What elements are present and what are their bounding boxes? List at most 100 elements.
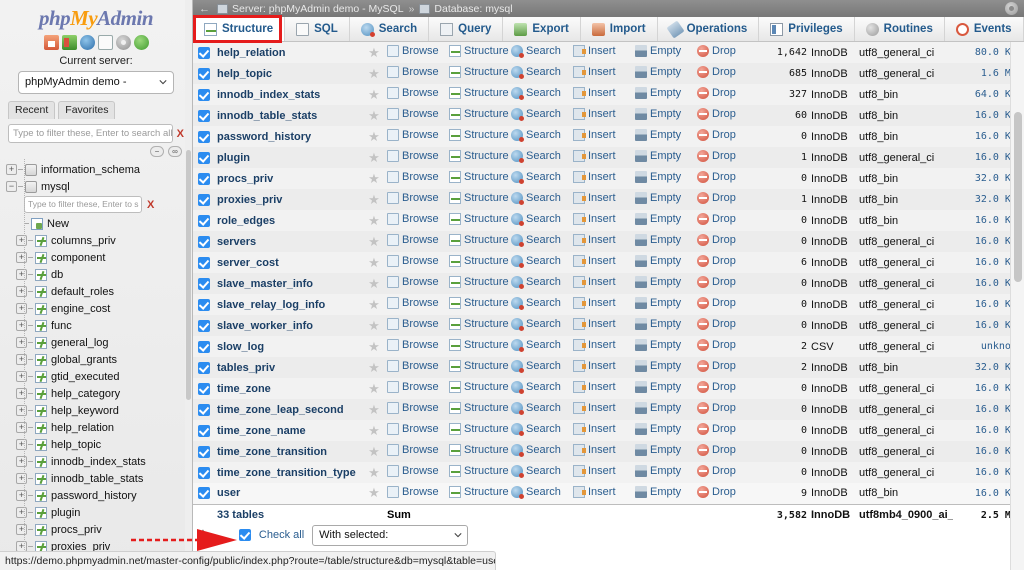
cell-structure[interactable]: Structure (447, 210, 509, 231)
cell-insert[interactable]: Insert (571, 378, 633, 399)
cell-drop[interactable]: Drop (695, 357, 757, 378)
cell-favorite[interactable]: ★ (363, 231, 385, 252)
structure-link[interactable]: Structure (449, 402, 509, 414)
cell-search[interactable]: Search (509, 126, 571, 147)
cell-browse[interactable]: Browse (385, 399, 447, 420)
row-checkbox[interactable] (198, 487, 210, 499)
cell-empty[interactable]: Empty (633, 252, 695, 273)
empty-link[interactable]: Empty (635, 486, 681, 498)
empty-link[interactable]: Empty (635, 465, 681, 477)
cell-insert[interactable]: Insert (571, 126, 633, 147)
gear-icon[interactable] (116, 35, 131, 50)
structure-link[interactable]: Structure (449, 192, 509, 204)
server-select[interactable]: phpMyAdmin demo - (18, 71, 174, 94)
empty-link[interactable]: Empty (635, 255, 681, 267)
cell-search[interactable]: Search (509, 420, 571, 441)
drop-link[interactable]: Drop (697, 213, 736, 225)
cell-checkbox[interactable] (193, 357, 215, 378)
tree-table-plugin[interactable]: +plugin (0, 504, 192, 521)
cell-drop[interactable]: Drop (695, 336, 757, 357)
search-link[interactable]: Search (511, 381, 561, 393)
structure-link[interactable]: Structure (449, 465, 509, 477)
expand-icon[interactable]: + (16, 473, 27, 484)
cell-checkbox[interactable] (193, 252, 215, 273)
cell-favorite[interactable]: ★ (363, 441, 385, 462)
tree-table-gtid_executed[interactable]: +gtid_executed (0, 368, 192, 385)
expand-icon[interactable]: + (16, 252, 27, 263)
browse-link[interactable]: Browse (387, 381, 439, 393)
empty-link[interactable]: Empty (635, 66, 681, 78)
cell-favorite[interactable]: ★ (363, 294, 385, 315)
cell-table-name[interactable]: user (215, 483, 363, 504)
drop-link[interactable]: Drop (697, 402, 736, 414)
cell-insert[interactable]: Insert (571, 105, 633, 126)
db-filter-input[interactable]: Type to filter these, Enter to search al… (8, 124, 173, 143)
cell-empty[interactable]: Empty (633, 105, 695, 126)
table-row[interactable]: slave_worker_info★BrowseStructureSearchI… (193, 315, 1010, 336)
drop-link[interactable]: Drop (697, 360, 736, 372)
browse-link[interactable]: Browse (387, 339, 439, 351)
star-icon[interactable]: ★ (368, 339, 380, 354)
tab-privileges[interactable]: Privileges (759, 17, 854, 41)
cell-structure[interactable]: Structure (447, 42, 509, 63)
table-name-link[interactable]: help_topic (217, 68, 272, 80)
breadcrumb-server[interactable]: Server: phpMyAdmin demo - MySQL (232, 3, 404, 15)
cell-empty[interactable]: Empty (633, 273, 695, 294)
insert-link[interactable]: Insert (573, 318, 616, 330)
tree-node-information_schema[interactable]: + information_schema (0, 161, 192, 178)
table-name-link[interactable]: servers (217, 236, 256, 248)
cell-search[interactable]: Search (509, 336, 571, 357)
star-icon[interactable]: ★ (368, 381, 380, 396)
cell-empty[interactable]: Empty (633, 483, 695, 504)
cell-browse[interactable]: Browse (385, 147, 447, 168)
cell-empty[interactable]: Empty (633, 42, 695, 63)
cell-browse[interactable]: Browse (385, 231, 447, 252)
table-name-link[interactable]: server_cost (217, 257, 279, 269)
cell-search[interactable]: Search (509, 84, 571, 105)
cell-empty[interactable]: Empty (633, 210, 695, 231)
cell-structure[interactable]: Structure (447, 105, 509, 126)
insert-link[interactable]: Insert (573, 45, 616, 57)
table-name-link[interactable]: innodb_table_stats (217, 110, 317, 122)
cell-favorite[interactable]: ★ (363, 126, 385, 147)
cell-checkbox[interactable] (193, 168, 215, 189)
insert-link[interactable]: Insert (573, 444, 616, 456)
expand-icon[interactable]: + (16, 524, 27, 535)
cell-table-name[interactable]: innodb_index_stats (215, 84, 363, 105)
cell-checkbox[interactable] (193, 210, 215, 231)
browse-link[interactable]: Browse (387, 171, 439, 183)
drop-link[interactable]: Drop (697, 339, 736, 351)
cell-insert[interactable]: Insert (571, 189, 633, 210)
cell-structure[interactable]: Structure (447, 84, 509, 105)
insert-link[interactable]: Insert (573, 381, 616, 393)
tab-sql[interactable]: SQL (285, 17, 350, 41)
cell-browse[interactable]: Browse (385, 42, 447, 63)
empty-link[interactable]: Empty (635, 192, 681, 204)
structure-link[interactable]: Structure (449, 297, 509, 309)
tab-recent[interactable]: Recent (8, 101, 55, 119)
row-checkbox[interactable] (198, 425, 210, 437)
refresh-icon[interactable] (134, 35, 149, 50)
cell-structure[interactable]: Structure (447, 357, 509, 378)
browse-link[interactable]: Browse (387, 129, 439, 141)
cell-drop[interactable]: Drop (695, 126, 757, 147)
cell-insert[interactable]: Insert (571, 294, 633, 315)
star-icon[interactable]: ★ (368, 213, 380, 228)
expand-icon[interactable]: + (16, 388, 27, 399)
cell-table-name[interactable]: server_cost (215, 252, 363, 273)
cell-empty[interactable]: Empty (633, 126, 695, 147)
browse-link[interactable]: Browse (387, 465, 439, 477)
empty-link[interactable]: Empty (635, 444, 681, 456)
cell-checkbox[interactable] (193, 273, 215, 294)
cell-drop[interactable]: Drop (695, 168, 757, 189)
empty-link[interactable]: Empty (635, 171, 681, 183)
tree-table-db[interactable]: +db (0, 266, 192, 283)
cell-checkbox[interactable] (193, 231, 215, 252)
row-checkbox[interactable] (198, 215, 210, 227)
row-checkbox[interactable] (198, 131, 210, 143)
expand-icon[interactable]: + (16, 337, 27, 348)
structure-link[interactable]: Structure (449, 255, 509, 267)
cell-table-name[interactable]: servers (215, 231, 363, 252)
star-icon[interactable]: ★ (368, 444, 380, 459)
table-row[interactable]: help_topic★BrowseStructureSearchInsertEm… (193, 63, 1010, 84)
